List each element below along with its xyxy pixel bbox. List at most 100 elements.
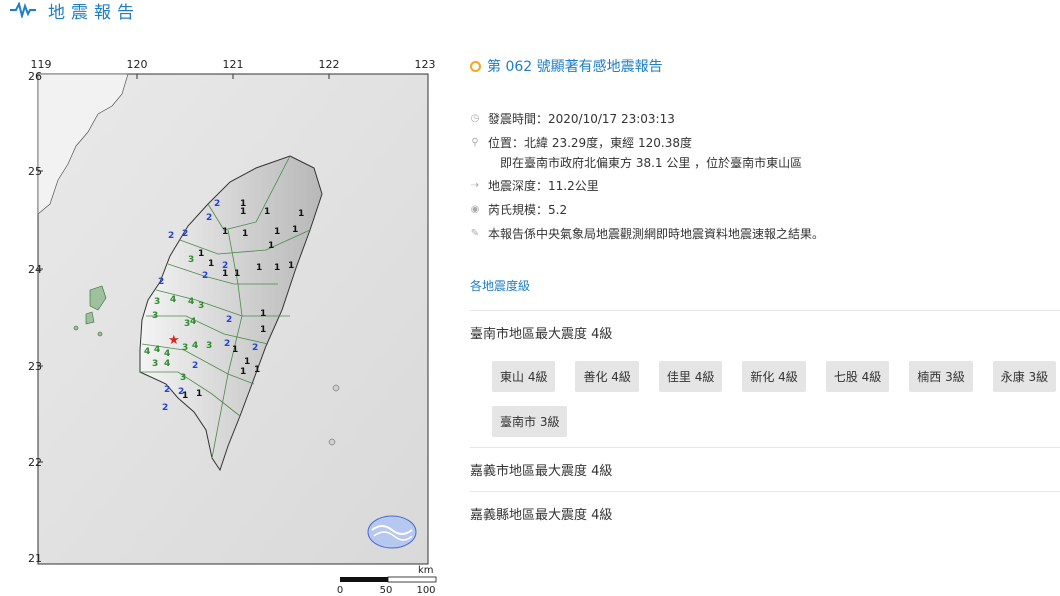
intensity-1-label: 1 <box>256 263 262 273</box>
intensity-1-label: 1 <box>288 261 294 271</box>
intensity-4-label: 4 <box>188 297 194 307</box>
star-icon: ★ <box>168 333 180 348</box>
intensity-2-label: 2 <box>226 315 232 325</box>
intensity-3-label: 3 <box>206 341 212 351</box>
location-detail-row: 即在臺南市政府北偏東方 38.1 公里 ，位於臺南市東山區 <box>470 154 1060 171</box>
lat-tick-label: 21 <box>28 552 42 565</box>
intensity-3-label: 3 <box>182 343 188 353</box>
station-chip[interactable]: 佳里 4級 <box>658 361 723 392</box>
magnitude-text: 芮氏規模：5.2 <box>488 203 568 217</box>
intensity-map: 119 120 121 122 123 26 25 24 23 22 21 2 … <box>28 54 440 596</box>
station-chip[interactable]: 臺南市 3級 <box>492 406 568 437</box>
intensity-1-label: 1 <box>208 259 214 269</box>
intensity-2-label: 2 <box>252 343 258 353</box>
intensity-1-label: 1 <box>274 263 280 273</box>
intensity-1-label: 1 <box>198 249 204 259</box>
intensity-3-label: 3 <box>152 359 158 369</box>
info-depth: ⇢ 地震深度：11.2公里 <box>470 179 1060 203</box>
lon-tick-label: 123 <box>415 58 436 71</box>
intensity-1-label: 1 <box>260 325 266 335</box>
intensity-1-label: 1 <box>242 229 248 239</box>
intensity-map-svg: 119 120 121 122 123 26 25 24 23 22 21 2 … <box>28 58 437 596</box>
scale-bar: km 0 50 100 <box>337 565 437 596</box>
intensity-1-label: 1 <box>232 345 238 355</box>
intensity-2-label: 2 <box>214 199 220 209</box>
intensity-1-label: 1 <box>222 227 228 237</box>
intensity-4-label: 4 <box>144 347 150 357</box>
info-note: ✎ 本報告係中央氣象局地震觀測網即時地震資料地震速報之結果。 <box>470 227 1060 251</box>
station-chip[interactable]: 七股 4級 <box>825 361 890 392</box>
station-chip[interactable]: 楠西 3級 <box>909 361 973 392</box>
intensity-1-label: 1 <box>196 389 202 399</box>
intensity-4-label: 4 <box>154 345 160 355</box>
intensity-1-label: 1 <box>298 209 304 219</box>
intensity-2-label: 2 <box>224 339 230 349</box>
station-chips: 東山 4級 善化 4級 佳里 4級 新化 4級 七股 4級 楠西 3級 永康 3… <box>470 341 1060 447</box>
station-chip[interactable]: 東山 4級 <box>492 361 556 392</box>
intensity-3-label: 3 <box>188 255 194 265</box>
region-chiayi-city[interactable]: 嘉義市地區最大震度 4級 <box>470 447 1060 491</box>
info-magnitude: ◉ 芮氏規模：5.2 <box>470 203 1060 227</box>
intensity-3-label: 3 <box>198 301 204 311</box>
region-chiayi-county[interactable]: 嘉義縣地區最大震度 4級 <box>470 491 1060 535</box>
scale-label: 50 <box>380 585 393 596</box>
scale-unit: km <box>418 565 434 576</box>
circle-marker-icon <box>470 60 481 72</box>
intensity-2-label: 2 <box>162 403 168 413</box>
station-chip[interactable]: 新化 4級 <box>742 361 806 392</box>
info-time: ◷ 發震時間：2020/10/17 23:03:13 <box>470 112 1060 136</box>
header: 地震報告 <box>10 0 140 23</box>
intensity-4-label: 4 <box>164 349 170 359</box>
intensity-4-label: 4 <box>164 359 170 369</box>
lon-tick-label: 121 <box>223 58 244 71</box>
pencil-icon: ✎ <box>470 228 480 239</box>
intensity-2-label: 2 <box>158 277 164 287</box>
intensity-3-label: 3 <box>152 311 158 321</box>
intensity-1-label: 1 <box>292 225 298 235</box>
intensity-4-label: 4 <box>192 341 198 351</box>
note-text: 本報告係中央氣象局地震觀測網即時地震資料地震速報之結果。 <box>488 227 825 241</box>
depth-text: 地震深度：11.2公里 <box>488 179 599 193</box>
levels-link[interactable]: 各地震度級 <box>470 277 1060 294</box>
report-title-row: 第 062 號顯著有感地震報告 <box>470 56 1060 76</box>
location-detail: 即在臺南市政府北偏東方 38.1 公里 ，位於臺南市東山區 <box>500 156 803 170</box>
station-chip[interactable]: 善化 4級 <box>575 361 639 392</box>
report-title: 第 062 號顯著有感地震報告 <box>487 59 663 75</box>
intensity-1-label: 1 <box>240 207 246 217</box>
depth-icon: ⇢ <box>470 180 480 191</box>
magnitude-icon: ◉ <box>470 204 480 215</box>
intensity-3-label: 3 <box>154 297 160 307</box>
intensity-2-label: 2 <box>202 271 208 281</box>
cwb-logo <box>367 515 417 549</box>
intensity-2-label: 2 <box>192 361 198 371</box>
location-pin-icon: ⚲ <box>471 137 479 148</box>
intensity-1-label: 1 <box>268 241 274 251</box>
intensity-2-label: 2 <box>206 213 212 223</box>
time-text: 發震時間：2020/10/17 23:03:13 <box>488 112 675 126</box>
region-tainan: 臺南市地區最大震度 4級 東山 4級 善化 4級 佳里 4級 新化 4級 七股 … <box>470 310 1060 447</box>
intensity-2-label: 2 <box>182 229 188 239</box>
intensity-2-label: 2 <box>168 231 174 241</box>
intensity-3-label: 3 <box>180 373 186 383</box>
intensity-1-label: 1 <box>240 367 246 377</box>
lon-tick-label: 122 <box>319 58 340 71</box>
report-info: ◷ 發震時間：2020/10/17 23:03:13 ⚲ 位置：北緯 23.29… <box>470 112 1060 251</box>
intensity-1-label: 1 <box>244 357 250 367</box>
intensity-1-label: 1 <box>222 269 228 279</box>
clock-icon: ◷ <box>470 113 480 124</box>
location-text: 位置：北緯 23.29度，東經 120.38度 <box>488 136 692 150</box>
scale-label: 0 <box>337 585 343 596</box>
scale-label: 100 <box>416 585 435 596</box>
report-panel: 第 062 號顯著有感地震報告 ◷ 發震時間：2020/10/17 23:03:… <box>470 56 1060 535</box>
station-chip[interactable]: 永康 3級 <box>992 361 1057 392</box>
intensity-1-label: 1 <box>274 227 280 237</box>
intensity-1-label: 1 <box>260 309 266 319</box>
lat-tick-label: 26 <box>28 70 42 83</box>
intensity-1-label: 1 <box>254 365 260 375</box>
intensity-1-label: 1 <box>264 207 270 217</box>
seismic-wave-icon <box>10 2 36 18</box>
intensity-1-label: 1 <box>234 269 240 279</box>
intensity-4-label: 4 <box>170 295 176 305</box>
intensity-1-label: 1 <box>182 391 188 401</box>
lon-tick-label: 120 <box>127 58 148 71</box>
